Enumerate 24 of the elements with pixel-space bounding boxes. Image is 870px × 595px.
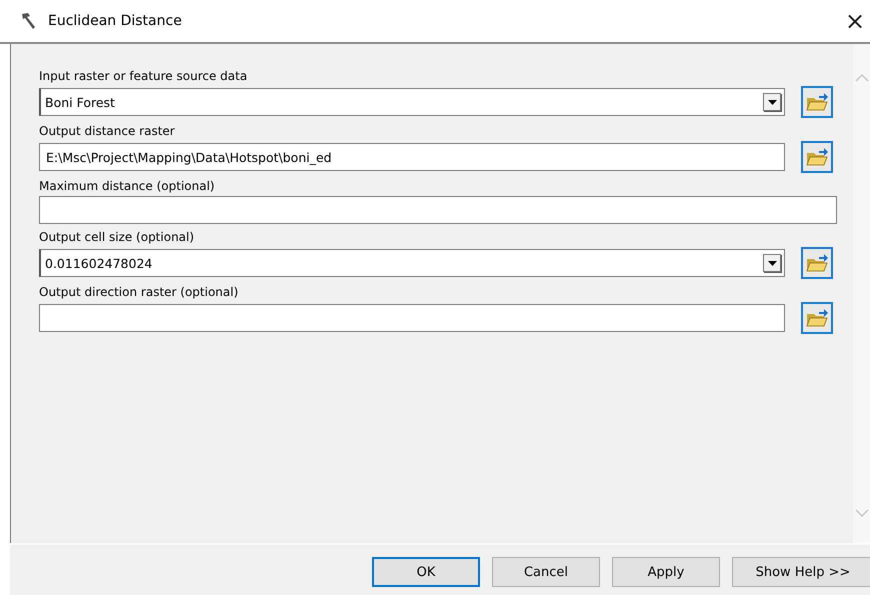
field-label: Output distance raster <box>39 123 176 139</box>
folder-icon <box>805 146 829 168</box>
input-field[interactable]: E:\Msc\Project\Mapping\Data\Hotspot\boni_ed <box>39 143 785 171</box>
browse-button[interactable] <box>801 86 833 118</box>
field-label: Output direction raster (optional) <box>39 284 240 300</box>
field-label: Input raster or feature source data <box>39 68 248 84</box>
dialog-button[interactable]: Show Help >> <box>732 557 870 587</box>
dialog-button[interactable]: Cancel <box>492 557 600 587</box>
browse-button[interactable] <box>801 141 833 173</box>
field-label: Maximum distance (optional) <box>39 178 216 194</box>
browse-button[interactable] <box>801 302 833 334</box>
close-button[interactable]: × <box>840 7 870 35</box>
field-label: Output cell size (optional) <box>39 229 196 245</box>
window-title: Euclidean Distance <box>48 13 182 29</box>
browse-button[interactable] <box>801 247 833 279</box>
dropdown-field[interactable]: 0.011602478024 <box>39 249 785 277</box>
dropdown-field[interactable]: Boni Forest <box>39 88 785 116</box>
dialog-button[interactable]: Apply <box>612 557 720 587</box>
folder-icon <box>805 252 829 274</box>
dialog-button[interactable]: OK <box>372 557 480 587</box>
folder-icon <box>805 91 829 113</box>
input-field[interactable] <box>39 196 837 224</box>
folder-icon <box>805 307 829 329</box>
input-field[interactable] <box>39 304 785 332</box>
